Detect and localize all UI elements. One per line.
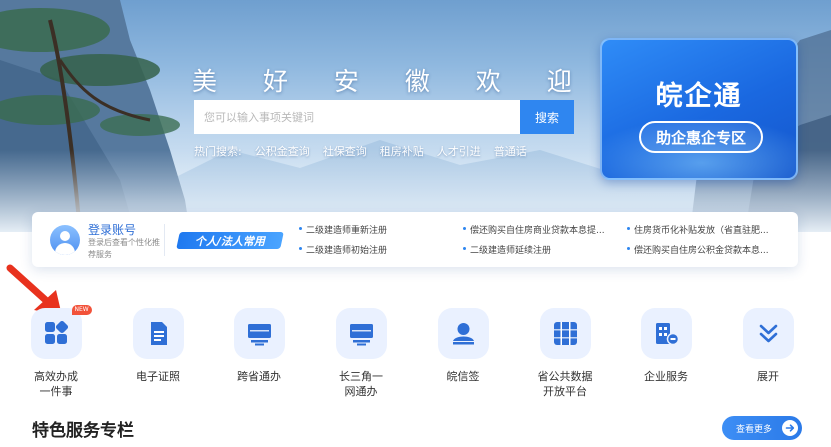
quick-link[interactable]: 偿还购买自住房商业贷款本息提... bbox=[462, 223, 605, 236]
hot-search-label: 热门搜索: bbox=[194, 145, 242, 158]
hot-link-talent[interactable]: 人才引进 bbox=[437, 143, 481, 159]
hot-link-housing-fund[interactable]: 公积金查询 bbox=[255, 143, 310, 159]
hot-link-rent-subsidy[interactable]: 租房补贴 bbox=[380, 143, 424, 159]
service-label: 皖信签 bbox=[446, 370, 480, 383]
quick-link[interactable]: 二级建造师重新注册 bbox=[298, 223, 387, 236]
search-input[interactable] bbox=[194, 100, 520, 134]
hero-slogan: 美 好 安 徽 欢 迎 您 bbox=[192, 67, 662, 96]
avatar-icon[interactable] bbox=[50, 225, 80, 255]
document-icon bbox=[132, 308, 184, 359]
login-hint: 登录后查看个性化推荐服务 bbox=[88, 238, 160, 259]
service-open-data-platform[interactable]: 省公共数据开放平台 bbox=[530, 308, 600, 399]
login-link[interactable]: 登录账号 bbox=[88, 221, 136, 238]
quick-link[interactable]: 偿还购买自住房公积金贷款本息... bbox=[626, 243, 769, 256]
service-label: 展开 bbox=[757, 370, 779, 383]
service-cross-province[interactable]: 跨省通办 bbox=[224, 308, 294, 384]
enterprise-icon bbox=[640, 308, 692, 359]
monitor-icon bbox=[233, 308, 285, 359]
badge-label: 个人/法人常用 bbox=[194, 234, 266, 248]
service-label: 省公共数据开放平台 bbox=[537, 370, 593, 398]
service-label: 高效办成一件事 bbox=[34, 370, 78, 398]
hot-link-mandarin[interactable]: 普通话 bbox=[494, 143, 527, 159]
service-label: 跨省通办 bbox=[237, 370, 281, 383]
wanqitong-promo-card[interactable]: 皖企通 助企惠企专区 bbox=[600, 38, 798, 180]
promo-enterprise-zone-button[interactable]: 助企惠企专区 bbox=[639, 121, 763, 153]
service-efficient-one-thing[interactable]: NEW 高效办成一件事 bbox=[21, 305, 92, 399]
service-label: 电子证照 bbox=[136, 370, 180, 383]
service-enterprise[interactable]: 企业服务 bbox=[631, 308, 701, 384]
common-services-badge: 个人/法人常用 bbox=[176, 232, 284, 249]
service-yangtze-delta[interactable]: 长三角一网通办 bbox=[326, 308, 396, 399]
quick-link[interactable]: 二级建造师初始注册 bbox=[298, 243, 387, 256]
service-wanxinqian[interactable]: 皖信签 bbox=[428, 308, 498, 384]
section-title: 特色服务专栏 bbox=[32, 421, 134, 441]
login-quick-bar: 登录账号 登录后查看个性化推荐服务 个人/法人常用 二级建造师重新注册 偿还购买… bbox=[32, 212, 798, 267]
divider bbox=[164, 224, 165, 256]
promo-title: 皖企通 bbox=[655, 81, 743, 112]
quick-link[interactable]: 住房货币化补贴发放（省直驻肥... bbox=[626, 223, 769, 236]
hot-search-row: 热门搜索: 公积金查询 社保查询 租房补贴 人才引进 普通话 bbox=[194, 143, 527, 159]
arrow-right-icon bbox=[782, 420, 798, 436]
chevron-double-down-icon bbox=[742, 308, 794, 359]
user-sign-icon bbox=[437, 308, 489, 359]
service-label: 长三角一网通办 bbox=[339, 370, 383, 398]
service-e-license[interactable]: 电子证照 bbox=[123, 308, 193, 384]
service-expand[interactable]: 展开 bbox=[733, 308, 803, 384]
search-button[interactable]: 搜索 bbox=[520, 100, 574, 134]
new-tag: NEW bbox=[71, 305, 92, 315]
monitor-icon bbox=[335, 308, 387, 359]
hero-banner: 美 好 安 徽 欢 迎 您 搜索 热门搜索: 公积金查询 社保查询 租房补贴 人… bbox=[0, 0, 831, 232]
data-platform-icon bbox=[539, 308, 591, 359]
service-label: 企业服务 bbox=[644, 370, 688, 383]
quick-link[interactable]: 二级建造师延续注册 bbox=[462, 243, 551, 256]
hot-link-social-security[interactable]: 社保查询 bbox=[323, 143, 367, 159]
view-more-button[interactable]: 查看更多 bbox=[722, 416, 802, 440]
grid-apps-icon: NEW bbox=[30, 305, 92, 359]
view-more-label: 查看更多 bbox=[736, 424, 773, 435]
